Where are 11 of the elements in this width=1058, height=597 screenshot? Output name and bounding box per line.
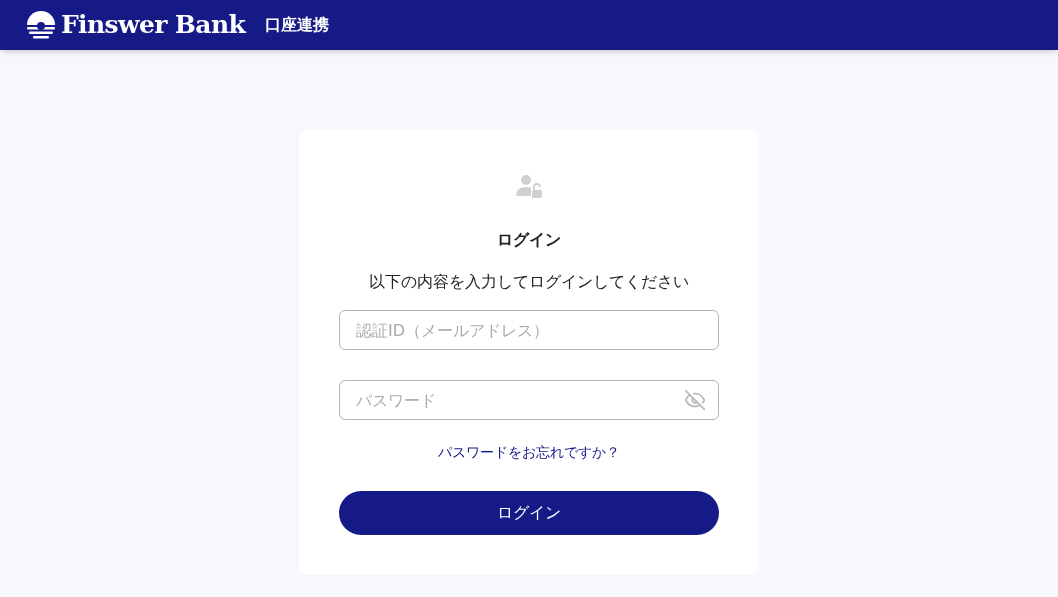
id-input-field[interactable]: 認証ID（メールアドレス） [339, 310, 719, 350]
login-button[interactable]: ログイン [339, 491, 719, 535]
forgot-password-link[interactable]: パスワードをお忘れですか？ [438, 442, 620, 463]
instruction-text: 以下の内容を入力してログインしてください [369, 271, 689, 293]
logo-icon [25, 9, 57, 41]
page-title: 口座連携 [265, 14, 330, 36]
user-lock-icon [515, 172, 543, 200]
brand-name: Finswer Bank [61, 9, 246, 42]
password-input-field[interactable]: パスワード [339, 380, 719, 420]
login-heading: ログイン [497, 229, 561, 251]
hide-password-icon[interactable] [684, 389, 706, 411]
